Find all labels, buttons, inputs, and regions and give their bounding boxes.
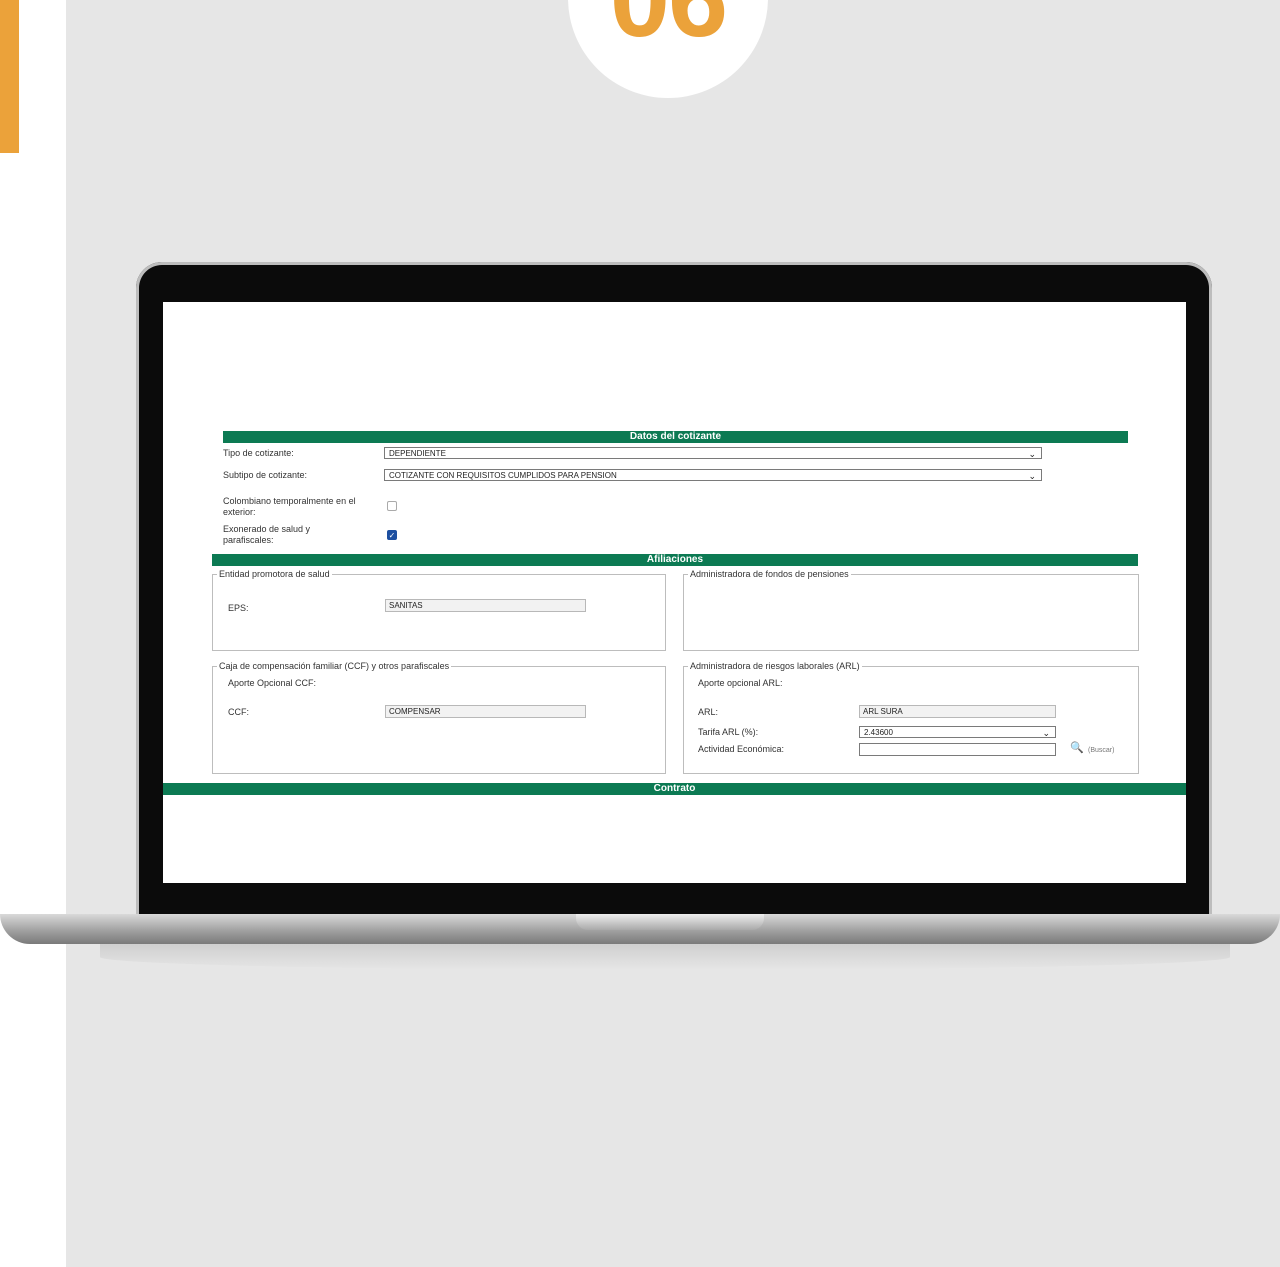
accent-bar bbox=[0, 0, 19, 153]
colombiano-exterior-label: Colombiano temporalmente en el exterior: bbox=[223, 496, 356, 517]
tarifa-arl-value: 2.43600 bbox=[864, 728, 893, 737]
arl-label: ARL: bbox=[698, 707, 719, 717]
laptop-notch bbox=[576, 914, 764, 930]
tipo-cotizante-label: Tipo de cotizante: bbox=[223, 448, 294, 458]
actividad-economica-label: Actividad Económica: bbox=[698, 744, 785, 754]
arl-group-legend: Administradora de riesgos laborales (ARL… bbox=[688, 661, 862, 672]
tarifa-arl-select[interactable]: 2.43600 ⌄ bbox=[859, 726, 1056, 738]
chevron-down-icon: ⌄ bbox=[1028, 471, 1036, 481]
colombiano-exterior-checkbox[interactable] bbox=[387, 501, 397, 511]
laptop-shadow bbox=[100, 944, 1230, 970]
actividad-economica-input[interactable] bbox=[859, 743, 1056, 756]
arl-optional-label: Aporte opcional ARL: bbox=[698, 678, 783, 688]
search-icon[interactable]: 🔍 bbox=[1070, 743, 1084, 754]
buscar-link[interactable]: (Buscar) bbox=[1088, 745, 1114, 756]
exonerado-label: Exonerado de salud y parafiscales: bbox=[223, 524, 311, 545]
eps-label: EPS: bbox=[228, 603, 249, 613]
ccf-group: Caja de compensación familiar (CCF) y ot… bbox=[212, 661, 666, 774]
arl-field[interactable]: ARL SURA bbox=[859, 705, 1056, 718]
ccf-optional-label: Aporte Opcional CCF: bbox=[228, 678, 317, 688]
ccf-group-legend: Caja de compensación familiar (CCF) y ot… bbox=[217, 661, 452, 672]
section-header-contrato: Contrato bbox=[163, 783, 1186, 795]
chevron-down-icon: ⌄ bbox=[1042, 728, 1050, 738]
chevron-down-icon: ⌄ bbox=[1028, 449, 1036, 459]
arl-group: Administradora de riesgos laborales (ARL… bbox=[683, 661, 1139, 774]
ccf-label: CCF: bbox=[228, 707, 249, 717]
tipo-cotizante-value: DEPENDIENTE bbox=[389, 449, 446, 458]
tarifa-arl-label: Tarifa ARL (%): bbox=[698, 727, 759, 737]
check-icon: ✓ bbox=[388, 531, 396, 540]
eps-group: Entidad promotora de salud EPS: SANITAS bbox=[212, 569, 666, 651]
section-header-afiliaciones: Afiliaciones bbox=[212, 554, 1138, 566]
exonerado-checkbox[interactable]: ✓ bbox=[387, 530, 397, 540]
laptop-screen: Datos del cotizante Tipo de cotizante: D… bbox=[163, 302, 1186, 883]
tipo-cotizante-select[interactable]: DEPENDIENTE ⌄ bbox=[384, 447, 1042, 459]
step-number: 06 bbox=[568, 0, 768, 54]
eps-group-legend: Entidad promotora de salud bbox=[217, 569, 332, 580]
subtipo-cotizante-label: Subtipo de cotizante: bbox=[223, 470, 308, 480]
subtipo-cotizante-value: COTIZANTE CON REQUISITOS CUMPLIDOS PARA … bbox=[389, 471, 617, 480]
afp-group: Administradora de fondos de pensiones bbox=[683, 569, 1139, 651]
afp-group-legend: Administradora de fondos de pensiones bbox=[688, 569, 851, 580]
ccf-field[interactable]: COMPENSAR bbox=[385, 705, 586, 718]
section-header-cotizante: Datos del cotizante bbox=[223, 431, 1128, 443]
subtipo-cotizante-select[interactable]: COTIZANTE CON REQUISITOS CUMPLIDOS PARA … bbox=[384, 469, 1042, 481]
eps-field[interactable]: SANITAS bbox=[385, 599, 586, 612]
